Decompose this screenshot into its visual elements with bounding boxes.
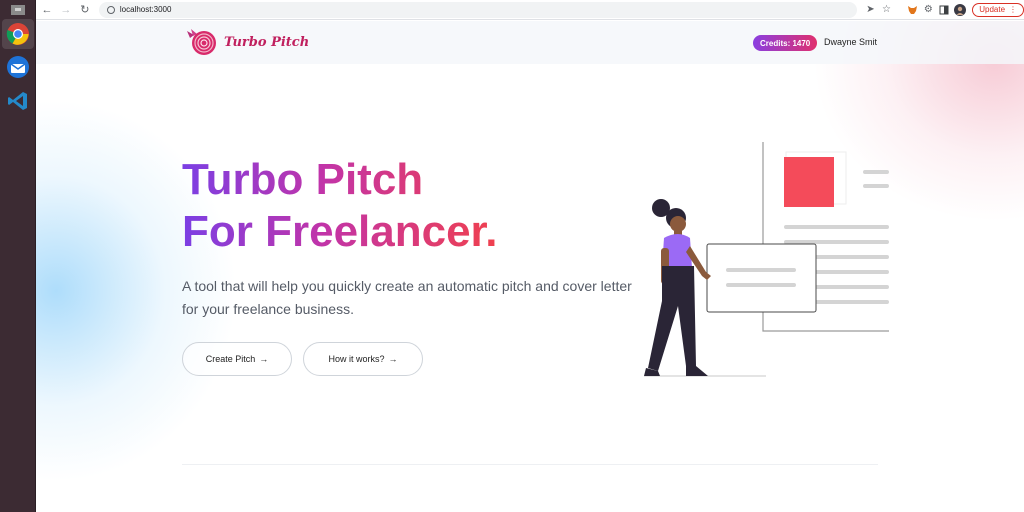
address-bar[interactable]: localhost:3000: [98, 1, 857, 18]
vscode-icon[interactable]: [2, 86, 34, 116]
hero-title-line2: For Freelancer.: [182, 207, 498, 256]
thunderbird-icon[interactable]: [2, 52, 34, 82]
arrow-right-icon: →: [388, 354, 398, 364]
hero-description: A tool that will help you quickly create…: [182, 278, 632, 317]
site-info-icon[interactable]: [106, 5, 115, 14]
sidepanel-icon[interactable]: [936, 2, 952, 18]
how-it-works-label: How it works?: [328, 354, 385, 364]
arrow-right-icon: →: [259, 354, 269, 364]
credits-badge: Credits: 1470: [753, 35, 818, 51]
reload-icon[interactable]: ↻: [77, 2, 93, 18]
brand-name: Turbo Pitch: [224, 34, 310, 50]
star-icon[interactable]: ☆: [878, 2, 894, 18]
page: Turbo Pitch Credits: 1470 Dwayne Smit Tu…: [36, 21, 1024, 512]
browser-toolbar: ← → ↻ localhost:3000 ➤ ☆ ⚙ Update ⋮: [36, 0, 1024, 20]
extensions-icon[interactable]: ⚙: [920, 2, 936, 18]
kebab-menu-icon: ⋮: [1009, 5, 1018, 14]
brand-logo[interactable]: Turbo Pitch: [184, 27, 309, 57]
how-it-works-button[interactable]: How it works? →: [303, 342, 423, 376]
logo-mark-icon: [187, 29, 216, 55]
metamask-icon[interactable]: [904, 2, 920, 18]
back-icon[interactable]: ←: [39, 2, 55, 18]
url-text[interactable]: localhost:3000: [120, 5, 172, 14]
update-label: Update: [979, 5, 1006, 14]
user-name[interactable]: Dwayne Smit: [824, 37, 877, 47]
hero-title: Turbo Pitch For Freelancer.: [182, 154, 497, 258]
hero-illustration: [644, 142, 889, 377]
profile-avatar[interactable]: [952, 2, 968, 18]
section-divider: [182, 464, 878, 465]
forward-icon[interactable]: →: [58, 2, 74, 18]
ubuntu-dock: [0, 0, 36, 512]
update-button[interactable]: Update ⋮: [972, 2, 1024, 17]
chrome-icon[interactable]: [2, 19, 34, 49]
create-pitch-label: Create Pitch: [205, 354, 256, 364]
hero-title-line1: Turbo Pitch: [182, 155, 424, 204]
create-pitch-button[interactable]: Create Pitch →: [182, 342, 292, 376]
send-icon[interactable]: ➤: [863, 2, 879, 18]
site-header: Turbo Pitch Credits: 1470 Dwayne Smit: [36, 21, 1024, 64]
